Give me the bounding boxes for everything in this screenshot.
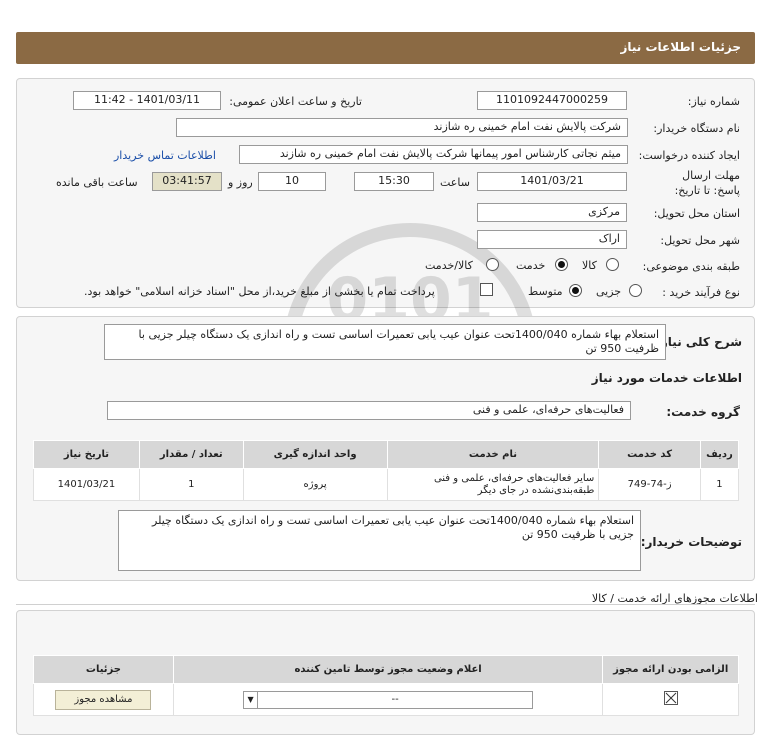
category-radio-service[interactable] xyxy=(555,258,568,271)
process-radio-medium[interactable] xyxy=(569,284,582,297)
process-option-medium: متوسط xyxy=(528,285,563,298)
category-radio-goods-service[interactable] xyxy=(486,258,499,271)
service-group-label: گروه خدمت: xyxy=(666,405,740,419)
chevron-down-icon: ▼ xyxy=(244,691,259,708)
announce-label: تاریخ و ساعت اعلان عمومی: xyxy=(229,95,362,108)
table-row: 1 ز-74-749 سایر فعالیت‌های حرفه‌ای، علمی… xyxy=(33,468,740,501)
cell-name: سایر فعالیت‌های حرفه‌ای، علمی و فنی طبقه… xyxy=(386,468,600,501)
cell-date: 1401/03/21 xyxy=(33,468,140,501)
category-option-goods: کالا xyxy=(582,259,597,272)
requester-label: ایجاد کننده درخواست: xyxy=(638,149,740,162)
treasury-checkbox[interactable] xyxy=(480,283,493,296)
cell-row: 1 xyxy=(699,468,740,501)
requester-field: میثم نجاتی کارشناس امور پیمانها شرکت پال… xyxy=(239,145,628,164)
process-radio-minor[interactable] xyxy=(629,284,642,297)
category-radio-goods[interactable] xyxy=(606,258,619,271)
buyer-contact-link[interactable]: اطلاعات تماس خریدار xyxy=(114,149,216,162)
cell-qty: 1 xyxy=(138,468,244,501)
category-option-service: خدمت xyxy=(516,259,546,272)
col-qty: تعداد / مقدار xyxy=(138,440,244,469)
city-label: شهر محل تحویل: xyxy=(660,234,740,247)
need-number-label: شماره نیاز: xyxy=(687,95,740,108)
cell-code: ز-74-749 xyxy=(598,468,701,501)
deadline-date-field: 1401/03/21 xyxy=(477,172,627,191)
buyer-field: شرکت پالایش نفت امام خمینی ره شازند xyxy=(176,118,628,137)
permit-required-cell xyxy=(602,683,739,716)
buyer-notes-label: توضیحات خریدار: xyxy=(640,535,742,549)
treasury-note: پرداخت تمام یا بخشی از مبلغ خرید،از محل … xyxy=(84,285,435,298)
col-permit-status: اعلام وضعیت مجوز توسط تامین کننده xyxy=(172,655,604,684)
services-table: ردیف کد خدمت نام خدمت واحد اندازه گیری ت… xyxy=(33,440,740,501)
description-text: استعلام بهاء شماره 1400/040تحت عنوان عیب… xyxy=(104,324,666,360)
need-number-field: 1101092447000259 xyxy=(477,91,627,110)
buyer-notes-text: استعلام بهاء شماره 1400/040تحت عنوان عیب… xyxy=(118,510,641,571)
view-permit-button[interactable]: مشاهده مجوز xyxy=(55,689,152,710)
divider xyxy=(16,604,755,605)
process-label: نوع فرآیند خرید : xyxy=(662,286,740,299)
province-label: استان محل تحویل: xyxy=(653,207,740,220)
days-label: روز و xyxy=(228,176,253,189)
description-label: شرح کلی نیاز: xyxy=(656,335,742,349)
remaining-time-field: 03:41:57 xyxy=(152,172,222,191)
permit-status-value: -- xyxy=(391,694,399,705)
remaining-label: ساعت باقی مانده xyxy=(56,176,138,189)
deadline-time-field: 15:30 xyxy=(354,172,434,191)
city-field: اراک xyxy=(477,230,627,249)
permits-table: الزامی بودن ارائه مجوز اعلام وضعیت مجوز … xyxy=(33,655,739,716)
services-section-title: اطلاعات خدمات مورد نیاز xyxy=(591,371,742,385)
announce-field: 1401/03/11 - 11:42 xyxy=(73,91,221,110)
col-row: ردیف xyxy=(699,440,740,469)
col-unit: واحد اندازه گیری xyxy=(242,440,388,469)
category-label: طبقه بندی موضوعی: xyxy=(642,260,740,273)
col-date: تاریخ نیاز xyxy=(33,440,140,469)
col-permit-details: جزئیات xyxy=(33,655,174,684)
service-group-field: فعالیت‌های حرفه‌ای، علمی و فنی xyxy=(107,401,631,420)
permit-details-cell: مشاهده مجوز xyxy=(33,683,174,716)
col-code: کد خدمت xyxy=(598,440,701,469)
permit-status-cell: ▼ -- xyxy=(172,683,604,716)
col-permit-required: الزامی بودن ارائه مجوز xyxy=(602,655,739,684)
col-name: نام خدمت xyxy=(386,440,600,469)
process-option-minor: جزیی xyxy=(596,285,622,298)
page-header: جزئیات اطلاعات نیاز xyxy=(16,32,755,64)
checkbox-x-icon[interactable] xyxy=(663,691,678,705)
deadline-time-label: ساعت xyxy=(440,176,470,189)
deadline-label: مهلت ارسال پاسخ: تا تاریخ: xyxy=(674,169,740,197)
need-info-panel xyxy=(16,78,755,308)
province-field: مرکزی xyxy=(477,203,627,222)
page-title: جزئیات اطلاعات نیاز xyxy=(620,40,741,54)
permit-status-select[interactable]: ▼ -- xyxy=(243,690,534,709)
days-field: 10 xyxy=(258,172,326,191)
cell-unit: پروژه xyxy=(242,468,388,501)
buyer-label: نام دستگاه خریدار: xyxy=(653,122,740,135)
category-option-goods-service: کالا/خدمت xyxy=(425,259,473,272)
table-row: ▼ -- مشاهده مجوز xyxy=(33,683,739,716)
